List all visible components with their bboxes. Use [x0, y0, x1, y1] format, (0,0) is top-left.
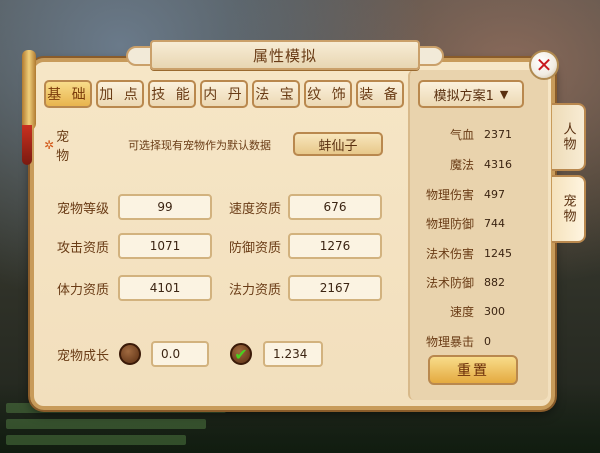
pet-select-button[interactable]: 蚌仙子: [293, 132, 383, 156]
stat-value: 2371: [484, 127, 512, 141]
pet-hint: 可选择现有宠物作为默认数据: [128, 139, 272, 152]
close-icon: ✕: [535, 53, 553, 77]
tab-pattern[interactable]: 纹 饰: [304, 80, 352, 108]
tab-equipment[interactable]: 装 备: [356, 80, 404, 108]
title-banner: 属性模拟: [150, 40, 420, 70]
field-label: 防御资质: [229, 240, 282, 256]
growth-check-toggle[interactable]: ✔: [230, 343, 252, 365]
growth-value-a-input[interactable]: 0.0: [151, 341, 209, 367]
growth-option-radio[interactable]: [119, 343, 141, 365]
stat-row: 法术伤害 1245: [418, 243, 528, 263]
growth-label: 宠物成长: [57, 348, 110, 364]
stat-label: 物理暴击: [425, 334, 474, 349]
pet-row: ✲ 宠 物 可选择现有宠物作为默认数据: [44, 130, 272, 164]
stat-row: 物理暴击 0: [418, 331, 528, 351]
chevron-down-icon: ▼: [499, 87, 509, 101]
field-label: 宠物等级: [57, 201, 110, 217]
stat-value: 300: [484, 304, 505, 318]
tab-bar: 基 础 加 点 技 能 内 丹 法 宝 纹 饰 装 备: [44, 80, 404, 108]
stat-row: 气血 2371: [418, 124, 528, 144]
stat-label: 速度: [449, 304, 474, 319]
stat-row: 速度 300: [418, 301, 528, 321]
stat-row: 魔法 4316: [418, 154, 528, 174]
field-label: 速度资质: [229, 201, 282, 217]
pet-level-input[interactable]: 99: [118, 194, 212, 220]
pet-label: 宠 物: [56, 130, 84, 164]
field-label: 攻击资质: [57, 240, 110, 256]
stat-label: 物理防御: [425, 216, 474, 231]
attack-aptitude-input[interactable]: 1071: [118, 233, 212, 259]
field-label: 体力资质: [57, 282, 110, 298]
stat-label: 法术防御: [425, 275, 474, 290]
stat-value: 4316: [484, 157, 512, 171]
scroll-ornament: [22, 50, 36, 130]
stat-row: 物理伤害 497: [418, 184, 528, 204]
tab-points[interactable]: 加 点: [96, 80, 144, 108]
stat-value: 744: [484, 216, 505, 230]
defense-aptitude-input[interactable]: 1276: [288, 233, 382, 259]
tassel-ornament: [22, 125, 32, 165]
stat-value: 1245: [484, 246, 512, 260]
reset-button[interactable]: 重置: [428, 355, 518, 385]
star-icon: ✲: [44, 138, 55, 152]
tab-basic[interactable]: 基 础: [44, 80, 92, 108]
window-title: 属性模拟: [252, 46, 317, 65]
scheme-selected: 模拟方案1: [433, 88, 494, 104]
growth-value-b-input[interactable]: 1.234: [263, 341, 323, 367]
stamina-aptitude-input[interactable]: 4101: [118, 275, 212, 301]
close-button[interactable]: ✕: [529, 50, 559, 80]
tab-treasure[interactable]: 法 宝: [252, 80, 300, 108]
chat-line: [6, 419, 206, 429]
stat-value: 0: [484, 334, 491, 348]
stat-label: 法术伤害: [425, 246, 474, 261]
stat-row: 法术防御 882: [418, 272, 528, 292]
stat-row: 物理防御 744: [418, 213, 528, 233]
scheme-dropdown[interactable]: 模拟方案1 ▼: [418, 80, 524, 108]
stat-label: 魔法: [449, 157, 474, 172]
stat-value: 882: [484, 275, 505, 289]
stat-value: 497: [484, 187, 505, 201]
speed-aptitude-input[interactable]: 676: [288, 194, 382, 220]
stat-label: 物理伤害: [425, 187, 474, 202]
check-icon: ✔: [234, 344, 248, 364]
chat-line: [6, 435, 186, 445]
stat-label: 气血: [449, 127, 474, 142]
tab-inner-pill[interactable]: 内 丹: [200, 80, 248, 108]
mana-aptitude-input[interactable]: 2167: [288, 275, 382, 301]
field-label: 法力资质: [229, 282, 282, 298]
side-tab-pet[interactable]: 宠物: [552, 175, 586, 243]
side-tab-character[interactable]: 人物: [552, 103, 586, 171]
tab-skills[interactable]: 技 能: [148, 80, 196, 108]
